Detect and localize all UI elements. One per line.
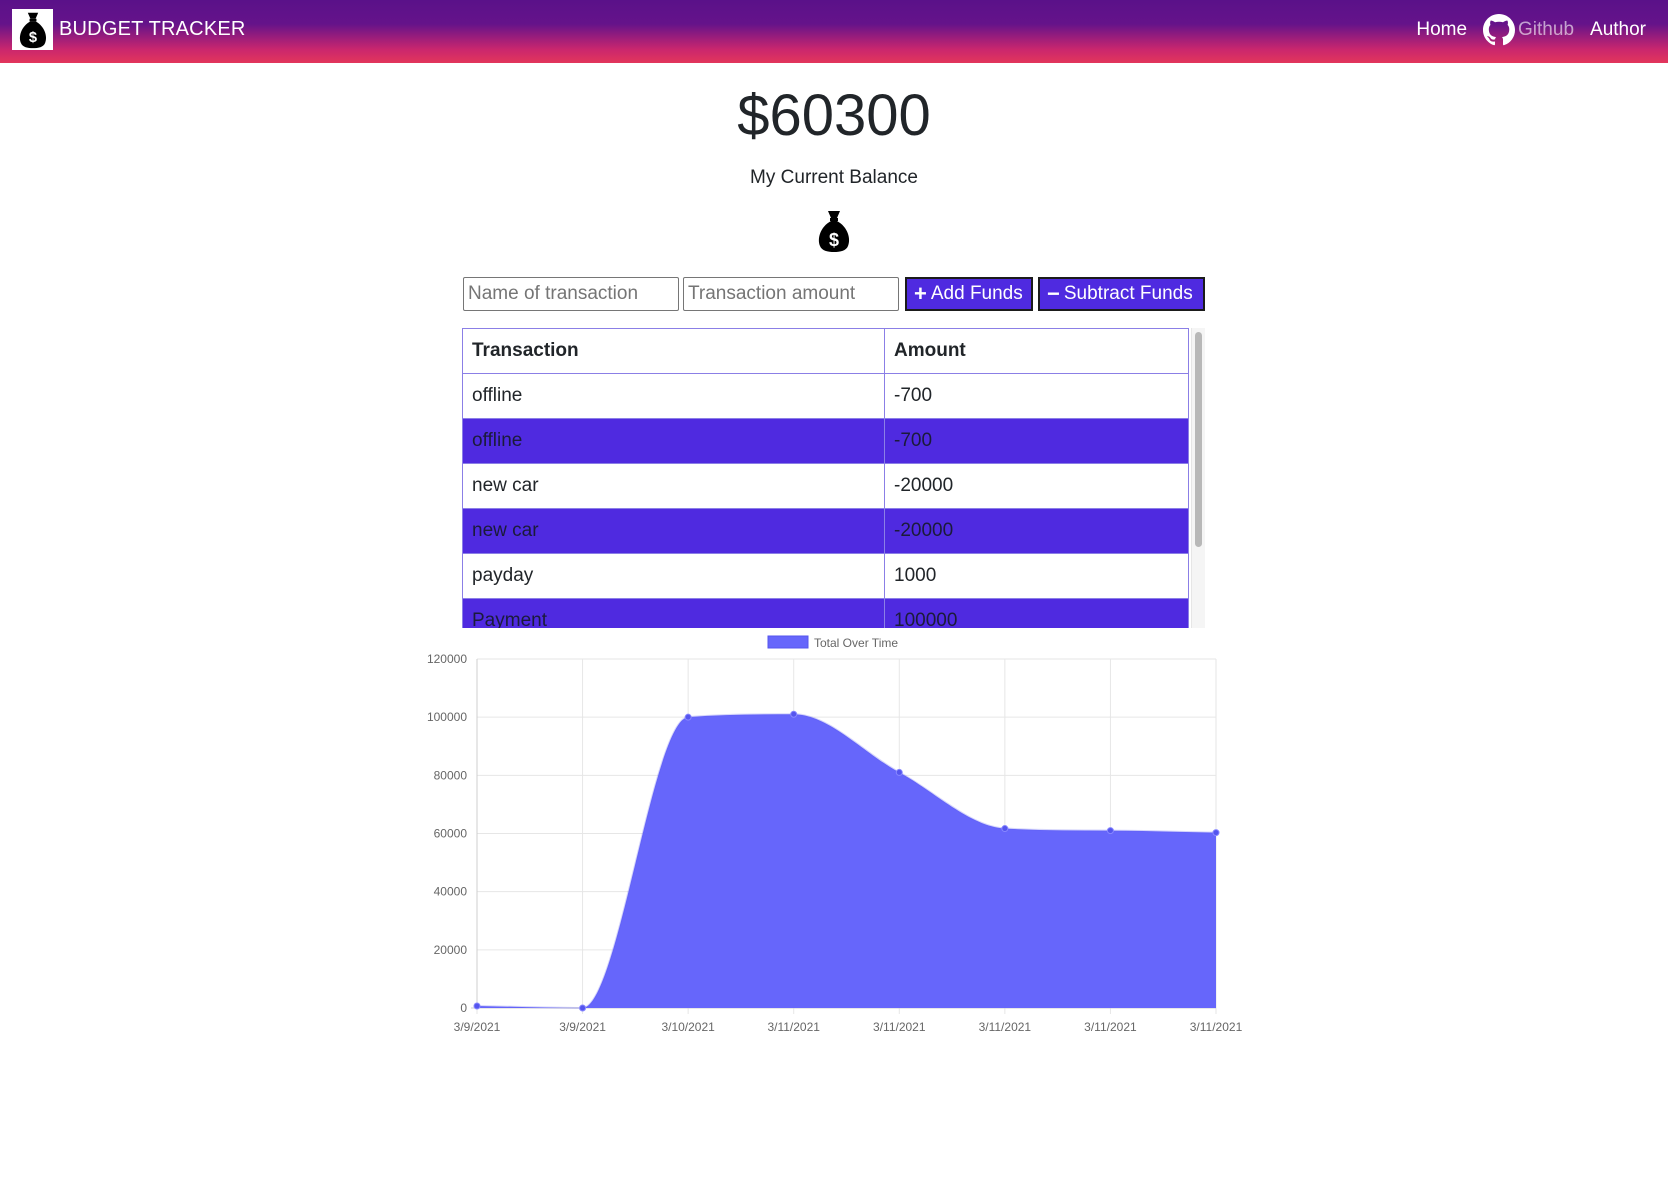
legend-label: Total Over Time bbox=[814, 636, 898, 650]
legend-swatch bbox=[767, 635, 809, 649]
data-point bbox=[579, 1004, 587, 1012]
y-tick-label: 20000 bbox=[434, 943, 468, 957]
y-tick-label: 0 bbox=[460, 1001, 467, 1015]
x-tick-label: 3/11/2021 bbox=[1190, 1020, 1243, 1034]
data-point bbox=[1212, 829, 1220, 837]
y-tick-label: 40000 bbox=[434, 885, 468, 899]
data-point bbox=[473, 1002, 481, 1010]
x-tick-label: 3/9/2021 bbox=[559, 1020, 606, 1034]
y-tick-label: 80000 bbox=[434, 768, 468, 782]
x-tick-label: 3/11/2021 bbox=[873, 1020, 926, 1034]
data-point bbox=[895, 768, 903, 776]
data-point bbox=[1106, 827, 1114, 835]
data-point bbox=[1001, 825, 1009, 833]
y-tick-label: 120000 bbox=[427, 652, 467, 666]
total-over-time-chart: 0 20000 40000 60000 80000 100000 120000 3/9/202… bbox=[427, 635, 1243, 1034]
x-tick-label: 3/9/2021 bbox=[454, 1020, 501, 1034]
y-tick-label: 100000 bbox=[427, 710, 467, 724]
series-area bbox=[477, 714, 1216, 1008]
data-point bbox=[790, 710, 798, 718]
x-tick-label: 3/11/2021 bbox=[979, 1020, 1032, 1034]
y-tick-label: 60000 bbox=[434, 827, 468, 841]
data-point bbox=[684, 713, 692, 721]
x-tick-label: 3/10/2021 bbox=[661, 1020, 715, 1034]
x-tick-label: 3/11/2021 bbox=[767, 1020, 820, 1034]
x-tick-label: 3/11/2021 bbox=[1084, 1020, 1137, 1034]
